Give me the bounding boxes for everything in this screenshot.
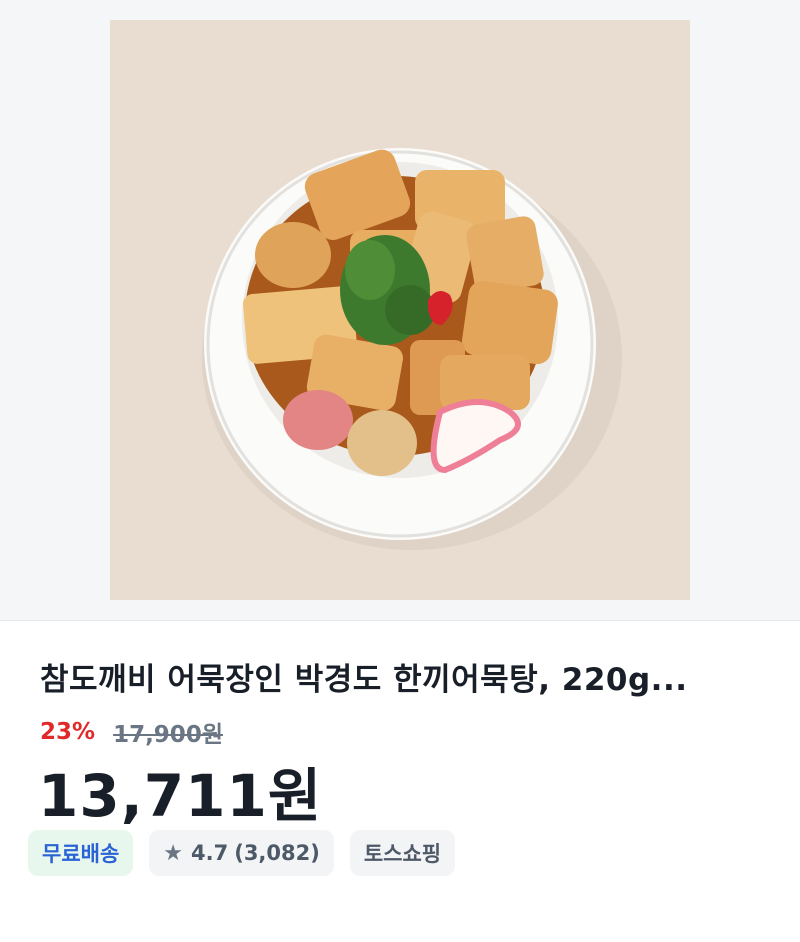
review-count: (3,082) [234,841,320,865]
free-shipping-badge: 무료배송 [28,830,134,876]
product-image-area[interactable] [0,0,800,621]
badge-row: 무료배송 ★ 4.7 (3,082) 토스쇼핑 [28,830,456,876]
final-price: 13,711원 [38,762,323,830]
seller-label: 토스쇼핑 [363,842,442,866]
star-icon: ★ [163,840,184,866]
rating-value: 4.7 [191,841,229,865]
price-row: 23% 17,900원 [40,712,223,752]
original-price: 17,900원 [113,722,223,748]
seller-badge[interactable]: 토스쇼핑 [349,830,456,876]
rating-badge[interactable]: ★ 4.7 (3,082) [149,830,334,876]
discount-rate: 23% [40,719,96,745]
product-image[interactable] [110,20,690,600]
free-shipping-label: 무료배송 [42,842,120,866]
fish-cake-soup-image [110,20,690,600]
product-title[interactable]: 참도깨비 어묵장인 박경도 한끼어묵탕, 220g... [40,660,770,700]
